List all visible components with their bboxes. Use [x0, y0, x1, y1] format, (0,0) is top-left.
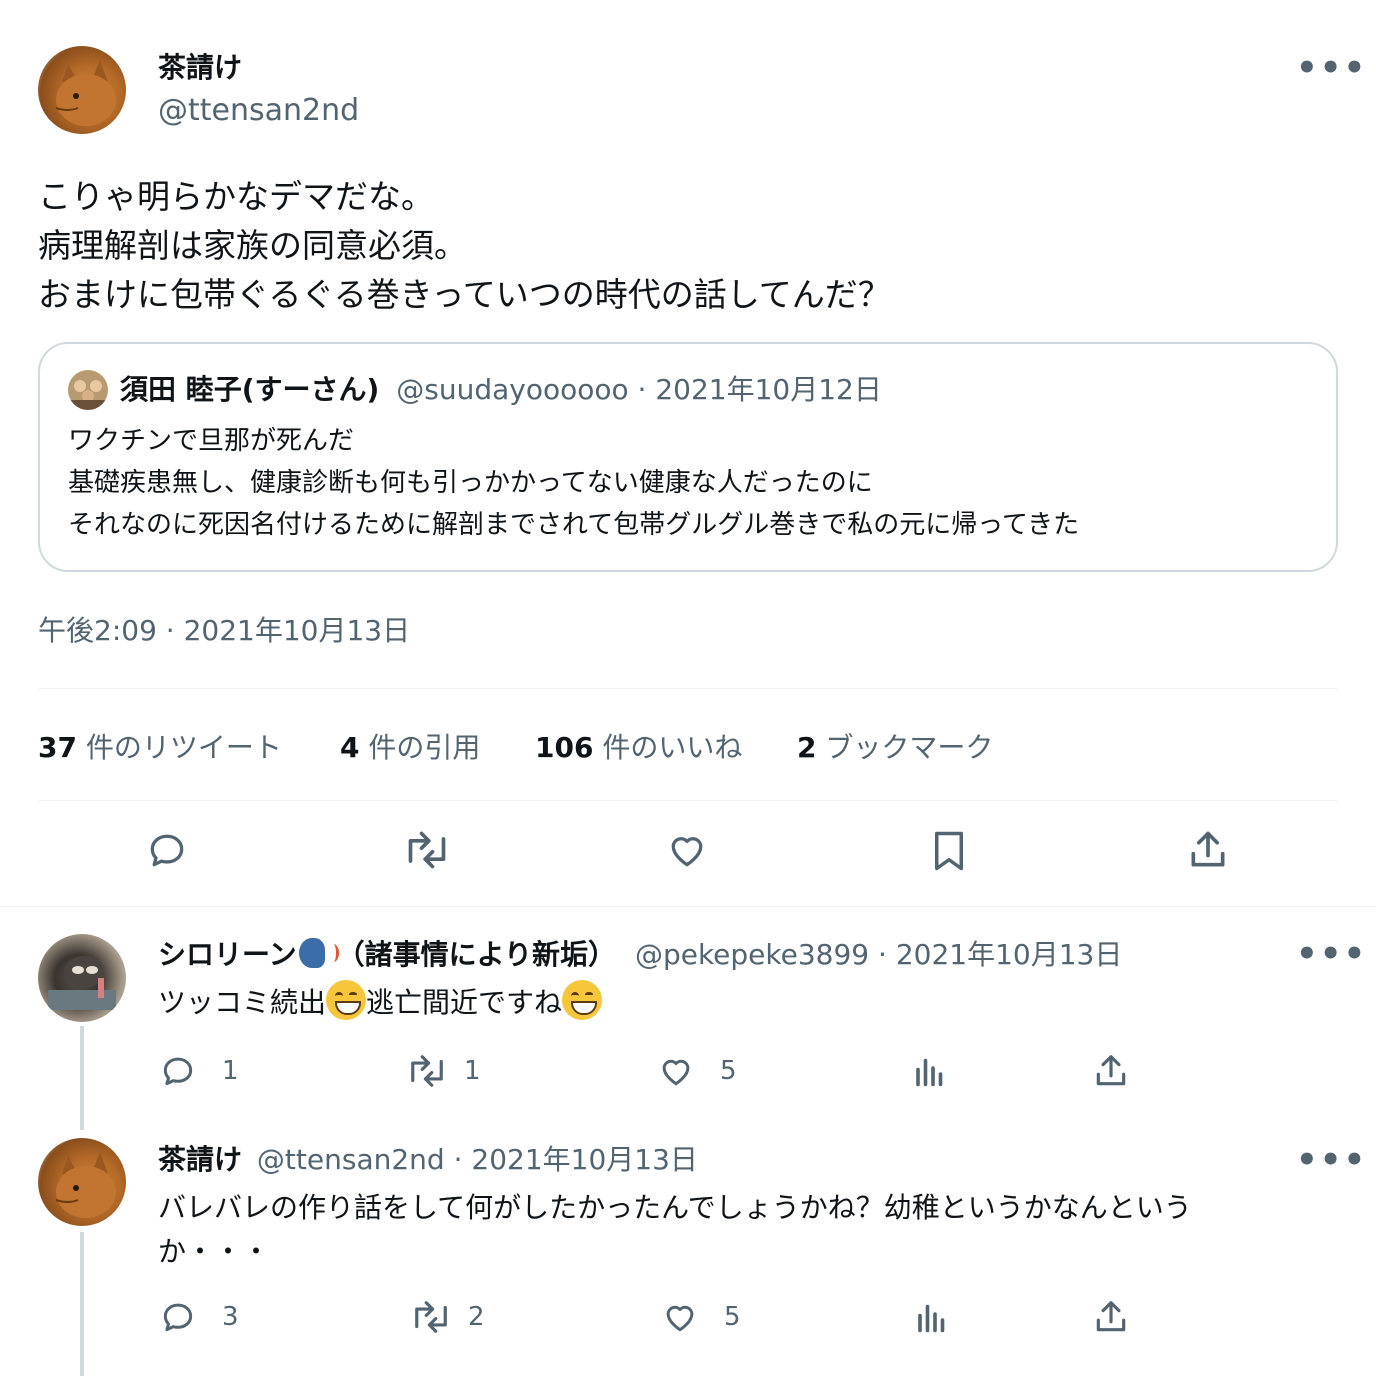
bookmarks-count: 2 [797, 731, 817, 764]
retweet-count: 2 [468, 1302, 485, 1332]
reply-icon [163, 1303, 193, 1332]
bookmarks-label: ブックマーク [825, 731, 994, 764]
heart-icon [671, 837, 703, 867]
reply-header: シロリーン （諸事情により新垢） @pekepeke3899 · 2021年10月… [158, 936, 1122, 973]
retweet-button[interactable] [400, 828, 454, 872]
speaking-head-emoji-icon [297, 936, 339, 970]
grinning-squinting-emoji-icon [326, 980, 367, 1020]
divider [38, 688, 1338, 689]
retweet-icon [411, 1055, 443, 1087]
more-options-icon[interactable]: ••• [1296, 1143, 1367, 1177]
reply-text-line: バレバレの作り話をして何がしたかったんでしょうかね？幼稚というかなんという [158, 1191, 1192, 1224]
cat-avatar-icon [55, 1152, 116, 1218]
reply-button[interactable]: 1 [158, 1052, 239, 1090]
heart-icon [666, 1305, 694, 1332]
quoted-author-avatar [68, 370, 108, 410]
likes-count: 106 [535, 731, 594, 764]
like-button[interactable] [664, 828, 710, 872]
tweet-line: おまけに包帯ぐるぐる巻きっていつの時代の話してんだ？ [38, 275, 891, 314]
tweet-line: こりゃ明らかなデマだな。 [38, 177, 434, 216]
quoted-author-name: 須田 睦子(すーさん) [120, 373, 380, 406]
reply-handle-date[interactable]: @ttensan2nd · 2021年10月13日 [257, 1143, 698, 1176]
more-options-icon[interactable]: ••• [1296, 937, 1367, 971]
share-icon [1096, 1055, 1126, 1086]
thread-line [80, 1026, 84, 1130]
bookmarks-stat[interactable]: 2 ブックマーク [797, 726, 993, 766]
like-button[interactable]: 5 [656, 1052, 737, 1090]
author-display-name[interactable]: 茶請け [158, 50, 242, 86]
quotes-stat[interactable]: 4 件の引用 [340, 726, 480, 766]
retweet-count: 1 [464, 1056, 481, 1086]
share-icon [1096, 1301, 1126, 1332]
like-button[interactable]: 5 [660, 1298, 741, 1336]
share-icon [1191, 831, 1225, 867]
quoted-line: それなのに死因名付けるために解剖までされて包帯グルグル巻きで私の元に帰ってきた [68, 510, 1080, 540]
reply-avatar[interactable] [38, 1138, 126, 1226]
reply-author-name[interactable]: 茶請け [158, 1143, 242, 1176]
retweets-count: 37 [38, 731, 77, 764]
reply-text-part: 逃亡間近ですね [366, 986, 563, 1019]
retweets-label: 件のリツイート [85, 731, 282, 764]
divider [38, 800, 1338, 801]
reply-handle-date[interactable]: @pekepeke3899 · 2021年10月13日 [635, 938, 1122, 971]
author-avatar[interactable] [38, 46, 126, 134]
analytics-button[interactable] [914, 1298, 974, 1336]
share-button[interactable] [1092, 1052, 1154, 1090]
retweet-icon [408, 831, 446, 869]
quoted-line: 基礎疾患無し、健康診断も何も引っかかってない健康な人だったのに [68, 468, 873, 498]
reply-text-line: か・・・ [158, 1235, 271, 1268]
cat-avatar-icon [55, 60, 116, 126]
tweet-text: こりゃ明らかなデマだな。 病理解剖は家族の同意必須。 おまけに包帯ぐるぐる巻きっ… [38, 172, 891, 319]
retweet-button[interactable]: 2 [408, 1298, 485, 1336]
retweet-icon [415, 1301, 447, 1333]
reply-button[interactable]: 3 [158, 1298, 239, 1336]
grinning-squinting-emoji-icon [562, 980, 603, 1020]
reply-icon [163, 1057, 193, 1086]
reply-text: ツッコミ続出 逃亡間近ですね [158, 980, 603, 1025]
retweet-button[interactable]: 1 [404, 1052, 481, 1090]
more-options-icon[interactable]: ••• [1296, 51, 1367, 85]
tweet-timestamp[interactable]: 午後2:09 · 2021年10月13日 [38, 612, 410, 650]
quotes-count: 4 [340, 731, 360, 764]
quoted-tweet-text: ワクチンで旦那が死んだ 基礎疾患無し、健康診断も何も引っかかってない健康な人だっ… [68, 420, 1079, 546]
retweets-stat[interactable]: 37 件のリツイート [38, 726, 282, 766]
share-button[interactable] [1092, 1298, 1154, 1336]
bookmark-icon [935, 831, 963, 871]
thread-line [80, 1232, 84, 1376]
analytics-button[interactable] [912, 1052, 972, 1090]
quoted-author-handle-date: @suudayoooooo · 2021年10月12日 [396, 373, 882, 406]
raccoon-avatar-icon [48, 956, 116, 1010]
author-handle[interactable]: @ttensan2nd [158, 92, 359, 130]
quoted-tweet-header: 須田 睦子(すーさん) @suudayoooooo · 2021年10月12日 [120, 372, 882, 408]
reply-icon [150, 834, 184, 867]
divider [0, 906, 1376, 907]
quotes-label: 件の引用 [368, 731, 481, 764]
likes-label: 件のいいね [602, 731, 743, 764]
reply-author-name[interactable]: シロリーン [158, 938, 297, 971]
reply-avatar[interactable] [38, 934, 126, 1022]
reply-author-name-suffix[interactable]: （諸事情により新垢） [337, 938, 616, 971]
reply-count: 3 [222, 1302, 239, 1332]
quoted-line: ワクチンで旦那が死んだ [68, 426, 355, 456]
like-count: 5 [724, 1302, 741, 1332]
like-count: 5 [720, 1056, 737, 1086]
bookmark-button[interactable] [928, 828, 970, 874]
analytics-icon [916, 1058, 943, 1087]
reply-text: バレバレの作り話をして何がしたかったんでしょうかね？幼稚というかなんという か・… [158, 1186, 1192, 1274]
reply-text-part: ツッコミ続出 [158, 986, 327, 1019]
group-photo-avatar-icon [68, 380, 108, 410]
analytics-icon [918, 1304, 945, 1333]
share-button[interactable] [1186, 828, 1230, 872]
reply-header: 茶請け @ttensan2nd · 2021年10月13日 [158, 1142, 698, 1178]
tweet-line: 病理解剖は家族の同意必須。 [38, 226, 467, 265]
heart-icon [662, 1059, 690, 1086]
reply-count: 1 [222, 1056, 239, 1086]
likes-stat[interactable]: 106 件のいいね [535, 726, 742, 766]
reply-button[interactable] [144, 828, 190, 872]
